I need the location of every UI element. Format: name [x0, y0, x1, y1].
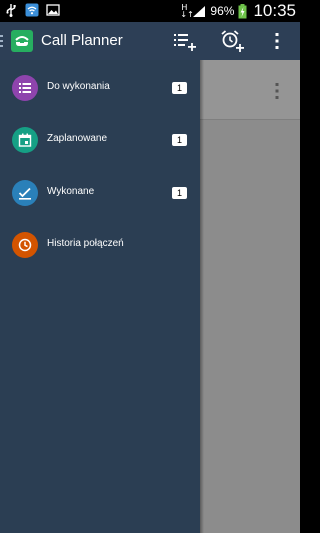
list-item[interactable]	[200, 60, 300, 120]
network-type-indicator: H ↓↑	[180, 3, 194, 19]
clock-icon	[12, 232, 38, 258]
nav-item-do-wykonania[interactable]: Do wykonania 1	[0, 62, 200, 114]
list-icon	[12, 75, 38, 101]
drawer-shadow	[200, 60, 204, 533]
count-badge: 1	[172, 82, 187, 94]
app-title: Call Planner	[41, 32, 123, 49]
main-content-dimmed[interactable]	[200, 60, 300, 533]
nav-item-label: Wykonane	[47, 186, 95, 197]
calendar-icon	[12, 127, 38, 153]
add-list-icon[interactable]	[170, 27, 198, 55]
wifi-icon	[25, 3, 39, 17]
drawer-indicator-icon[interactable]	[0, 34, 4, 48]
battery-charging-icon	[238, 3, 247, 18]
battery-percent: 96%	[210, 4, 235, 18]
nav-item-label: Do wykonania	[47, 81, 110, 92]
count-badge: 1	[172, 187, 187, 199]
status-notifications	[4, 3, 60, 17]
check-icon	[12, 180, 38, 206]
nav-item-wykonane[interactable]: Wykonane 1	[0, 167, 200, 219]
nav-item-label: Zaplanowane	[47, 133, 108, 144]
nav-item-label: Historia połączeń	[47, 238, 124, 249]
overflow-menu-icon[interactable]	[263, 27, 291, 55]
item-overflow-icon[interactable]	[275, 82, 279, 100]
app-logo-icon	[11, 30, 33, 52]
navigation-drawer: Do wykonania 1 Zaplanowane 1 Wykonane 1	[0, 60, 200, 533]
count-badge: 1	[172, 134, 187, 146]
signal-icon	[193, 5, 206, 17]
nav-item-historia-polaczen[interactable]: Historia połączeń	[0, 219, 200, 271]
usb-icon	[6, 4, 16, 17]
image-icon	[46, 4, 60, 16]
app-bar: Call Planner	[0, 22, 300, 60]
clock-time: 10:35	[253, 1, 296, 20]
status-bar: H ↓↑ 96% 10:35	[0, 0, 300, 22]
nav-item-zaplanowane[interactable]: Zaplanowane 1	[0, 114, 200, 166]
add-alarm-icon[interactable]	[218, 27, 246, 55]
